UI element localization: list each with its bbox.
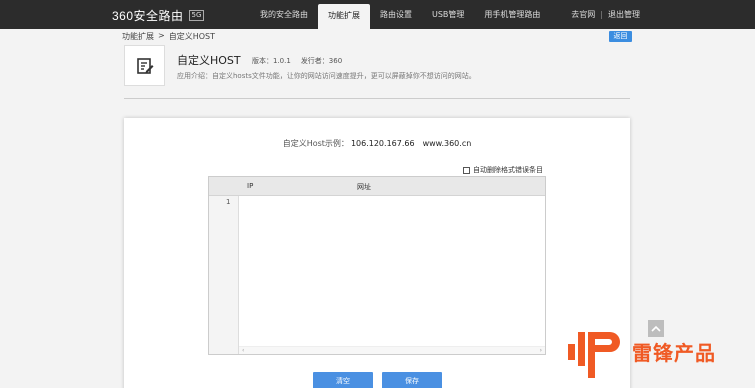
logo-badge: 5G: [188, 9, 205, 21]
auto-delete-checkbox[interactable]: [463, 166, 470, 174]
app-description: 应用介绍：自定义hosts文件功能，让你的网站访问速度提升，更可以屏蔽掉你不想访…: [177, 72, 476, 80]
nav-extensions[interactable]: 功能扩展: [318, 4, 370, 29]
breadcrumb-arrow: >: [158, 31, 165, 40]
editor-header: IP 网址: [209, 177, 545, 196]
breadcrumb: 功能扩展 > 自定义HOST: [122, 31, 215, 42]
clear-button[interactable]: 清空: [313, 372, 373, 388]
app-version: 版本：1.0.1: [252, 57, 291, 65]
nav-router-settings[interactable]: 路由设置: [370, 0, 422, 29]
watermark-text: 雷锋产品: [632, 341, 716, 365]
example-ip: 106.120.167.66: [350, 139, 415, 148]
scroll-left-arrow-icon[interactable]: ‹: [242, 347, 244, 354]
header-divider: [124, 98, 630, 99]
brand-logo[interactable]: 360安全路由 5G: [112, 7, 205, 23]
example-domain: www.360.cn: [422, 139, 472, 148]
example-label: 自定义Host示例：: [282, 139, 349, 148]
top-nav-bar: 360安全路由 5G 我的安全路由 功能扩展 路由设置 USB管理 用手机管理路…: [0, 0, 755, 29]
watermark-logo-icon: [568, 332, 620, 378]
column-ip: IP: [247, 182, 254, 190]
app-icon-box: [124, 45, 165, 86]
horizontal-scrollbar[interactable]: ‹ ›: [239, 346, 545, 354]
edit-icon: [136, 57, 153, 74]
line-number: 1: [226, 198, 231, 206]
logout-link[interactable]: 退出管理: [608, 0, 640, 29]
host-example: 自定义Host示例： 106.120.167.66 www.360.cn: [124, 138, 630, 149]
scroll-right-arrow-icon[interactable]: ›: [540, 347, 542, 354]
nav-my-router[interactable]: 我的安全路由: [250, 0, 318, 29]
app-publisher: 发行者：360: [300, 57, 343, 65]
nav-usb-management[interactable]: USB管理: [422, 0, 474, 29]
auto-delete-label: 自动删除格式错误条目: [473, 166, 543, 174]
auto-delete-option[interactable]: 自动删除格式错误条目: [463, 165, 543, 175]
main-nav: 我的安全路由 功能扩展 路由设置 USB管理 用手机管理路由: [250, 0, 550, 29]
column-address: 网址: [357, 183, 371, 191]
chevron-up-icon: [651, 325, 661, 332]
breadcrumb-current: 自定义HOST: [168, 32, 215, 41]
link-separator: |: [600, 10, 603, 19]
nav-mobile-management[interactable]: 用手机管理路由: [474, 0, 550, 29]
app-meta: 版本：1.0.1 发行者：360: [252, 56, 342, 66]
host-entries-editor[interactable]: IP 网址 1 ‹ ›: [208, 176, 546, 355]
breadcrumb-parent[interactable]: 功能扩展: [122, 31, 154, 42]
official-site-link[interactable]: 去官网: [571, 0, 595, 29]
line-number-gutter: 1: [209, 196, 239, 354]
app-title: 自定义HOST: [177, 54, 241, 67]
host-editor-panel: 自定义Host示例： 106.120.167.66 www.360.cn 自动删除格…: [124, 118, 630, 388]
save-button[interactable]: 保存: [382, 372, 442, 388]
logo-text: 360安全路由: [112, 8, 184, 23]
scroll-to-top-button[interactable]: [648, 320, 664, 337]
top-right-links: 去官网 | 退出管理: [571, 0, 640, 29]
back-button[interactable]: 返回: [609, 31, 632, 42]
